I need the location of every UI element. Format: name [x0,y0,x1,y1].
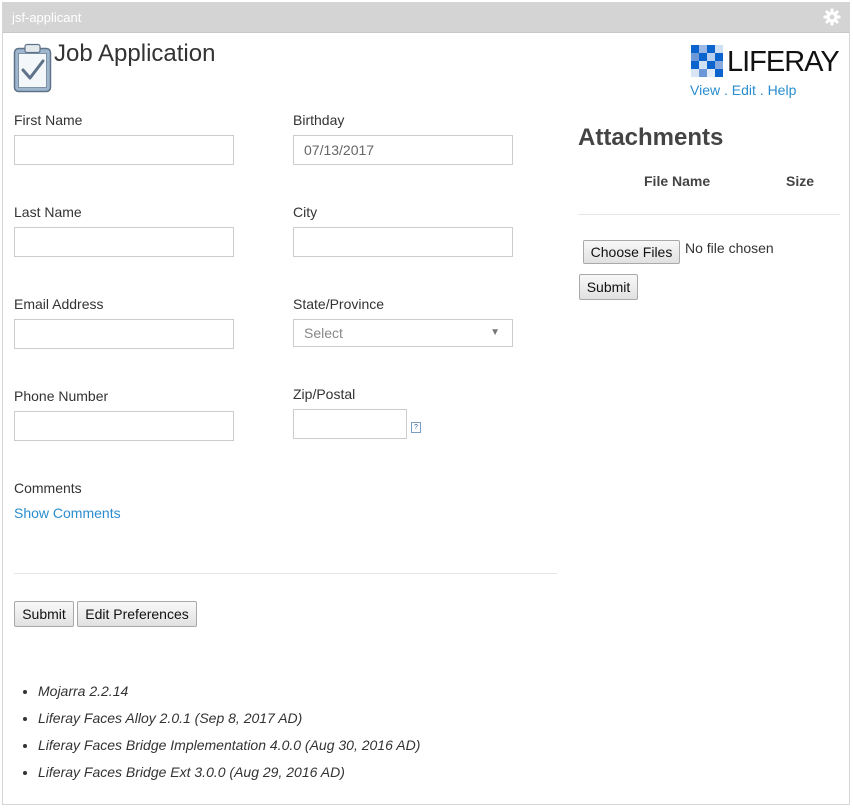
portlet-title: jsf-applicant [12,10,82,25]
portlet-titlebar: jsf-applicant [3,3,849,33]
comments-label: Comments [14,480,82,496]
liferay-logo-text: LIFERAY [727,46,840,78]
zip-label: Zip/Postal [293,386,356,402]
list-item: Liferay Faces Bridge Ext 3.0.0 (Aug 29, … [38,761,420,788]
liferay-logo: LIFERAY [691,45,841,79]
header-links: View . Edit . Help [690,82,796,98]
help-link[interactable]: Help [768,82,797,98]
city-field[interactable] [293,227,513,257]
attachments-heading: Attachments [578,124,724,151]
no-file-chosen-text: No file chosen [685,240,774,256]
phone-field[interactable] [14,411,234,441]
last-name-label: Last Name [14,204,82,220]
form-divider [14,573,557,574]
email-field[interactable] [14,319,234,349]
email-label: Email Address [14,296,104,312]
liferay-logo-mark [691,45,723,77]
edit-preferences-button[interactable]: Edit Preferences [77,601,197,627]
phone-label: Phone Number [14,388,109,404]
birthday-field[interactable] [293,135,513,165]
list-item: Mojarra 2.2.14 [38,680,420,707]
caret-down-icon: ▼ [490,327,500,338]
page-title: Job Application [54,40,216,67]
city-label: City [293,204,318,220]
birthday-label: Birthday [293,112,345,128]
edit-link[interactable]: Edit [732,82,756,98]
state-select-value: Select [304,325,343,341]
attachments-divider [578,214,840,215]
column-header-file-name: File Name [644,173,711,189]
column-header-size: Size [786,173,815,189]
list-item: Liferay Faces Bridge Implementation 4.0.… [38,734,420,761]
version-list: Mojarra 2.2.14 Liferay Faces Alloy 2.0.1… [20,680,420,788]
state-select[interactable]: Select ▼ [293,319,513,347]
choose-files-button[interactable]: Choose Files [583,240,680,264]
link-separator: . [759,82,764,98]
first-name-field[interactable] [14,135,234,165]
help-icon[interactable]: ? [411,422,421,433]
view-link[interactable]: View [690,82,720,98]
zip-field[interactable] [293,409,407,439]
gear-icon[interactable] [823,8,841,26]
submit-button[interactable]: Submit [14,601,74,627]
list-item: Liferay Faces Alloy 2.0.1 (Sep 8, 2017 A… [38,707,420,734]
state-label: State/Province [293,296,385,312]
clipboard-check-icon [13,43,52,93]
show-comments-link[interactable]: Show Comments [14,505,121,521]
link-separator: . [723,82,728,98]
last-name-field[interactable] [14,227,234,257]
first-name-label: First Name [14,112,83,128]
attachments-submit-button[interactable]: Submit [579,274,638,300]
